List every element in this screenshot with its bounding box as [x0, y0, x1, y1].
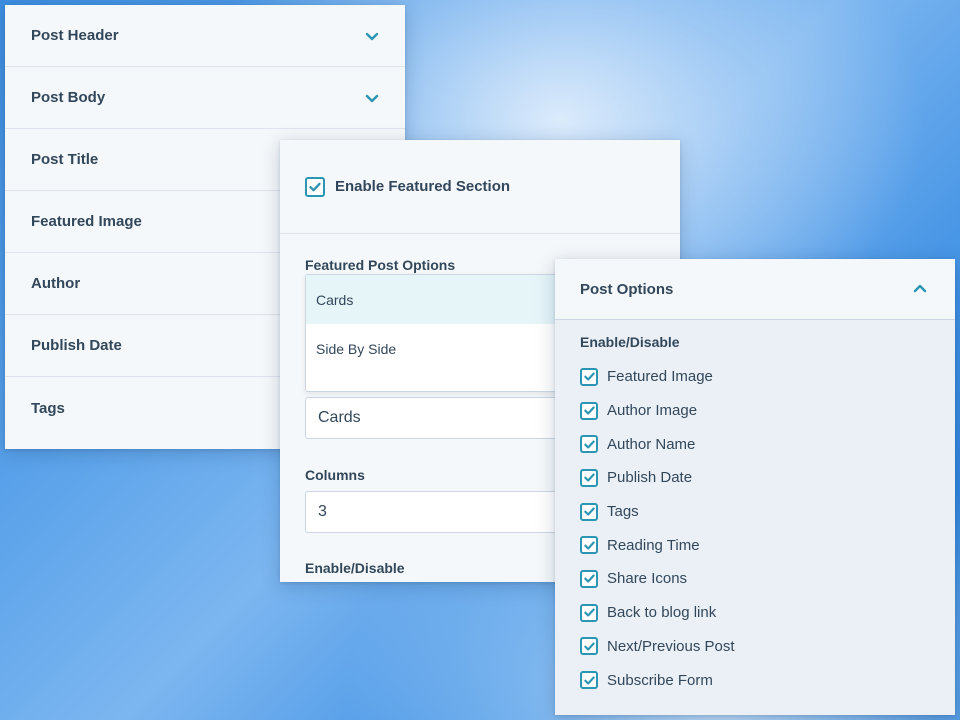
option-checkbox[interactable] [580, 569, 598, 588]
chevron-down-icon[interactable] [365, 29, 379, 43]
option-label: Share Icons [607, 570, 688, 588]
option-checkbox[interactable] [580, 536, 598, 555]
dropdown-option-side-by-side[interactable]: Side By Side [306, 324, 594, 373]
dropdown-option-cards[interactable]: Cards [306, 275, 594, 324]
post-options-header[interactable]: Post Options [555, 259, 955, 320]
check-icon [583, 440, 595, 449]
select-value: Cards [318, 409, 361, 426]
option-label: Featured Image [607, 368, 713, 386]
option-checkbox[interactable] [580, 671, 598, 690]
check-icon [309, 182, 321, 191]
accordion-post-header[interactable]: Post Header [5, 5, 405, 67]
enable-disable-label: Enable/Disable [305, 560, 405, 576]
accordion-label: Tags [31, 399, 65, 417]
option-next-previous-post[interactable]: Next/Previous Post [580, 630, 955, 664]
option-checkbox[interactable] [580, 637, 598, 656]
accordion-post-body[interactable]: Post Body [5, 67, 405, 129]
accordion-label: Author [31, 275, 81, 292]
option-publish-date[interactable]: Publish Date [580, 461, 955, 495]
featured-options-label: Featured Post Options [305, 257, 456, 273]
check-icon [583, 541, 595, 550]
enable-featured-row: Enable Featured Section [280, 140, 680, 234]
option-label: Cards [316, 291, 354, 308]
accordion-label: Post Title [31, 151, 99, 168]
option-featured-image[interactable]: Featured Image [580, 360, 955, 394]
check-icon [583, 642, 595, 651]
option-share-icons[interactable]: Share Icons [580, 562, 955, 596]
enable-featured-checkbox[interactable] [305, 176, 325, 197]
option-tags[interactable]: Tags [580, 495, 955, 529]
post-options-panel: Post Options Enable/Disable Featured Ima… [555, 259, 955, 715]
enable-disable-heading: Enable/Disable [580, 334, 680, 350]
enable-featured-label: Enable Featured Section [335, 178, 511, 195]
option-label: Back to blog link [607, 604, 717, 622]
featured-layout-select[interactable]: Cards [305, 397, 595, 439]
option-label: Publish Date [607, 469, 693, 487]
option-reading-time[interactable]: Reading Time [580, 528, 955, 562]
post-options-body: Enable/Disable Featured Image Author Ima… [555, 320, 955, 715]
option-author-name[interactable]: Author Name [580, 427, 955, 461]
check-icon [583, 406, 595, 415]
option-author-image[interactable]: Author Image [580, 394, 955, 428]
chevron-down-icon[interactable] [365, 91, 379, 105]
check-icon [583, 473, 595, 482]
featured-layout-dropdown: Cards Side By Side [305, 274, 595, 392]
check-icon [583, 608, 595, 617]
option-label: Side By Side [316, 340, 397, 357]
option-back-to-blog-link[interactable]: Back to blog link [580, 596, 955, 630]
option-label: Tags [607, 503, 639, 521]
option-checkbox[interactable] [580, 468, 598, 487]
accordion-label: Post Body [31, 89, 106, 106]
post-options-title: Post Options [580, 280, 674, 298]
columns-value: 3 [318, 503, 327, 520]
check-icon [583, 507, 595, 516]
option-checkbox[interactable] [580, 401, 598, 420]
check-icon [583, 574, 595, 584]
accordion-label: Featured Image [31, 213, 142, 230]
option-checkbox[interactable] [580, 367, 598, 386]
option-label: Next/Previous Post [607, 637, 735, 655]
option-checkbox[interactable] [580, 603, 598, 622]
option-label: Author Image [607, 402, 698, 420]
option-label: Author Name [607, 435, 696, 453]
option-checkbox[interactable] [580, 435, 598, 454]
accordion-label: Publish Date [31, 337, 122, 354]
option-label: Subscribe Form [607, 671, 713, 689]
option-checkbox[interactable] [580, 502, 598, 521]
columns-label: Columns [305, 467, 365, 483]
accordion-label: Post Header [31, 27, 119, 44]
columns-input[interactable]: 3 [305, 491, 595, 533]
check-icon [583, 372, 595, 381]
option-label: Reading Time [607, 536, 700, 554]
chevron-up-icon[interactable] [913, 282, 927, 296]
check-icon [583, 675, 595, 685]
option-subscribe-form[interactable]: Subscribe Form [580, 663, 955, 697]
